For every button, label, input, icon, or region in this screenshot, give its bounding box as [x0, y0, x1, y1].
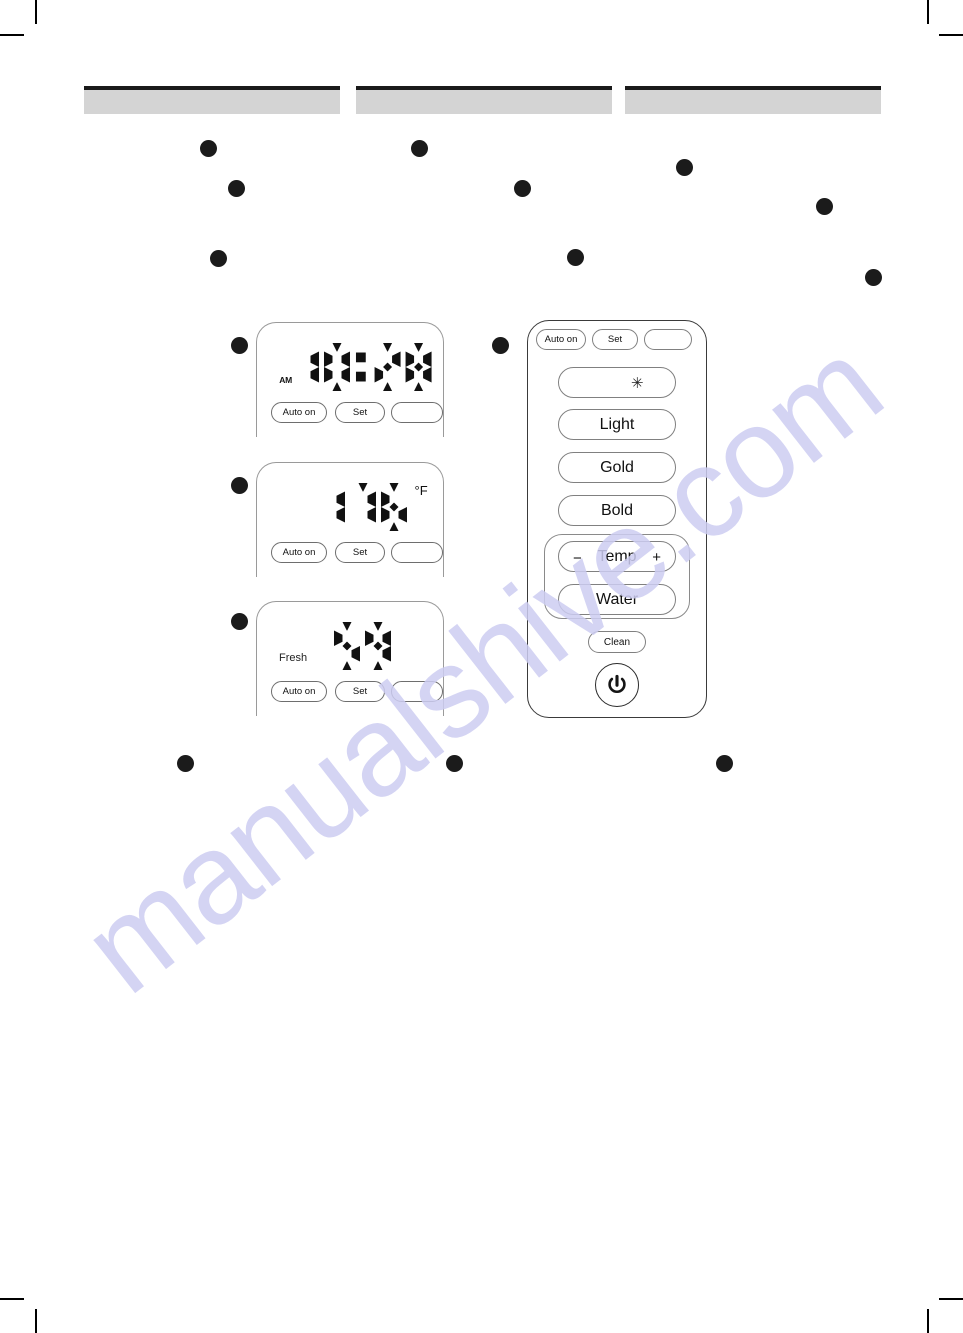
crop-mark-bottom-right-horizontal — [939, 1298, 963, 1300]
freshness-display: Fresh Auto on Set — [256, 601, 444, 716]
snowflake-icon: ✳ — [631, 375, 644, 392]
crop-mark-top-right-vertical — [927, 0, 929, 24]
temp-button[interactable]: Temp − + — [558, 541, 676, 572]
temperature-display-set-button[interactable]: Set — [335, 542, 385, 563]
iced-button[interactable]: ✳ — [558, 367, 676, 398]
set-button[interactable]: Set — [592, 329, 638, 350]
clean-button[interactable]: Clean — [588, 631, 646, 653]
auto-on-button[interactable]: Auto on — [536, 329, 586, 350]
temp-increase-icon[interactable]: + — [652, 550, 661, 565]
bullet-14 — [177, 755, 194, 772]
freshness-display-blank-button[interactable] — [391, 681, 443, 702]
bullet-13 — [492, 337, 509, 354]
light-button[interactable]: Light — [558, 409, 676, 440]
temperature-display-unit-label: °F — [414, 483, 428, 498]
temperature-display: °F Auto on Set — [256, 462, 444, 577]
crop-mark-bottom-right-vertical — [927, 1309, 929, 1333]
bullet-7 — [676, 159, 693, 176]
freshness-display-value — [334, 622, 396, 675]
power-button[interactable] — [595, 663, 639, 707]
clock-display-auto-on-button[interactable]: Auto on — [271, 402, 327, 423]
blank-button[interactable] — [644, 329, 692, 350]
bullet-16 — [716, 755, 733, 772]
section-header-left — [84, 86, 340, 114]
bullet-1 — [200, 140, 217, 157]
freshness-display-auto-on-button[interactable]: Auto on — [271, 681, 327, 702]
temperature-display-value — [319, 483, 412, 536]
bold-button[interactable]: Bold — [558, 495, 676, 526]
bullet-9 — [865, 269, 882, 286]
bullet-5 — [514, 180, 531, 197]
freshness-display-set-button[interactable]: Set — [335, 681, 385, 702]
manual-page: manualshive.com AM Auto on Set °F Auto on Set… — [0, 0, 963, 1333]
bullet-3 — [210, 250, 227, 267]
bullet-10 — [231, 337, 248, 354]
water-button-label: Water — [595, 590, 639, 608]
temp-button-label: Temp — [597, 547, 637, 565]
section-header-right — [625, 86, 881, 114]
clock-display: AM Auto on Set — [256, 322, 444, 437]
bullet-4 — [411, 140, 428, 157]
temperature-display-auto-on-button[interactable]: Auto on — [271, 542, 327, 563]
clock-display-ampm-label: AM — [279, 375, 293, 385]
clock-display-set-button[interactable]: Set — [335, 402, 385, 423]
water-button[interactable]: Water — [558, 584, 676, 615]
brewer-control-panel: Auto on Set ✳ Light Gold Bold Temp − + Water Clean — [527, 320, 707, 718]
bold-button-label: Bold — [600, 501, 634, 519]
gold-button[interactable]: Gold — [558, 452, 676, 483]
clock-display-blank-button[interactable] — [391, 402, 443, 423]
crop-mark-bottom-left-horizontal — [0, 1298, 24, 1300]
bullet-11 — [231, 477, 248, 494]
bullet-12 — [231, 613, 248, 630]
crop-mark-top-left-horizontal — [0, 34, 24, 36]
bullet-15 — [446, 755, 463, 772]
crop-mark-bottom-left-vertical — [35, 1309, 37, 1333]
clock-display-value — [293, 343, 437, 396]
crop-mark-top-left-vertical — [35, 0, 37, 24]
gold-button-label: Gold — [600, 458, 634, 476]
crop-mark-top-right-horizontal — [939, 34, 963, 36]
power-icon — [608, 674, 626, 694]
light-button-label: Light — [599, 415, 635, 433]
section-header-middle — [356, 86, 612, 114]
freshness-display-fresh-label: Fresh — [279, 652, 308, 664]
temperature-display-blank-button[interactable] — [391, 542, 443, 563]
bullet-2 — [228, 180, 245, 197]
watermark: manualshive.com — [56, 312, 907, 1021]
temp-decrease-icon[interactable]: − — [573, 551, 582, 566]
bullet-6 — [567, 249, 584, 266]
bullet-8 — [816, 198, 833, 215]
